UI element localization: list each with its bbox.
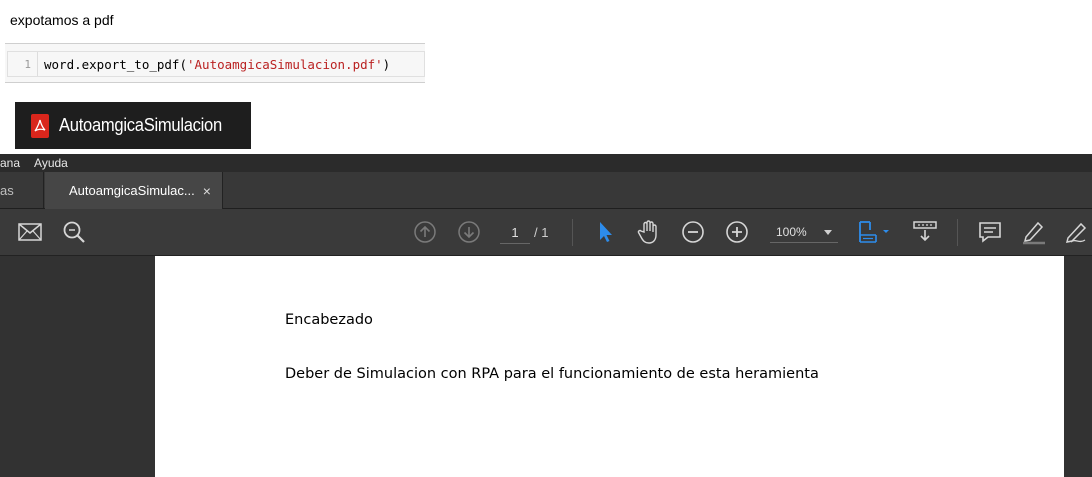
code-string-literal: 'AutoamgicaSimulacion.pdf' — [187, 56, 383, 72]
comment-icon[interactable] — [977, 219, 1003, 245]
current-page-input[interactable]: 1 — [500, 221, 530, 244]
page-total: / 1 — [534, 224, 549, 240]
search-icon[interactable] — [61, 219, 87, 245]
zoom-out-icon[interactable] — [680, 219, 706, 245]
highlight-pen-icon[interactable] — [1021, 219, 1047, 245]
document-heading: Encabezado — [285, 312, 373, 328]
navigation-pane — [0, 256, 155, 477]
code-line[interactable]: word.export_to_pdf('AutoamgicaSimulacion… — [38, 57, 390, 72]
hand-tool-icon[interactable] — [636, 219, 662, 245]
page-up-icon[interactable] — [412, 219, 438, 245]
pdf-file-icon — [31, 113, 49, 138]
line-number: 1 — [8, 52, 38, 76]
toolbar: 1 / 1 100% — [0, 209, 1092, 256]
code-editor[interactable]: 1 word.export_to_pdf('AutoamgicaSimulaci… — [7, 51, 425, 77]
right-pane — [1064, 256, 1092, 477]
tab-bar: as AutoamgicaSimulac... × — [0, 172, 1092, 209]
close-icon[interactable]: × — [203, 183, 211, 199]
markdown-text: expotamos a pdf — [10, 12, 114, 28]
document-body-text: Deber de Simulacion con RPA para el func… — [285, 366, 819, 382]
file-name: AutoamgicaSimulacion — [59, 115, 222, 135]
tab-document[interactable]: AutoamgicaSimulac... × — [45, 172, 223, 209]
code-cell[interactable]: 1 word.export_to_pdf('AutoamgicaSimulaci… — [5, 43, 425, 83]
mail-icon[interactable] — [17, 219, 43, 245]
code-call: word.export_to_pdf( — [44, 56, 187, 72]
zoom-in-icon[interactable] — [724, 219, 750, 245]
select-cursor-icon[interactable] — [592, 219, 618, 245]
fit-page-icon[interactable] — [855, 219, 893, 245]
pdf-page[interactable]: Encabezado Deber de Simulacion con RPA p… — [155, 256, 1064, 477]
zoom-value: 100% — [776, 224, 807, 239]
draw-icon[interactable] — [1063, 219, 1089, 245]
pdf-file-tile[interactable]: AutoamgicaSimulacion — [15, 102, 251, 149]
tab-document-label: AutoamgicaSimulac... — [69, 183, 195, 198]
chevron-down-icon — [824, 230, 832, 235]
menu-item-ayuda[interactable]: Ayuda — [34, 156, 68, 170]
menu-item-ventana[interactable]: ana — [0, 156, 20, 170]
zoom-select[interactable]: 100% — [770, 221, 838, 243]
page-down-icon[interactable] — [456, 219, 482, 245]
code-close-paren: ) — [382, 56, 391, 72]
menu-bar: ana Ayuda — [0, 154, 1092, 172]
scroll-mode-icon[interactable] — [912, 219, 938, 245]
tab-herramientas[interactable]: as — [0, 172, 44, 208]
toolbar-divider — [572, 219, 573, 246]
toolbar-divider-2 — [957, 219, 958, 246]
